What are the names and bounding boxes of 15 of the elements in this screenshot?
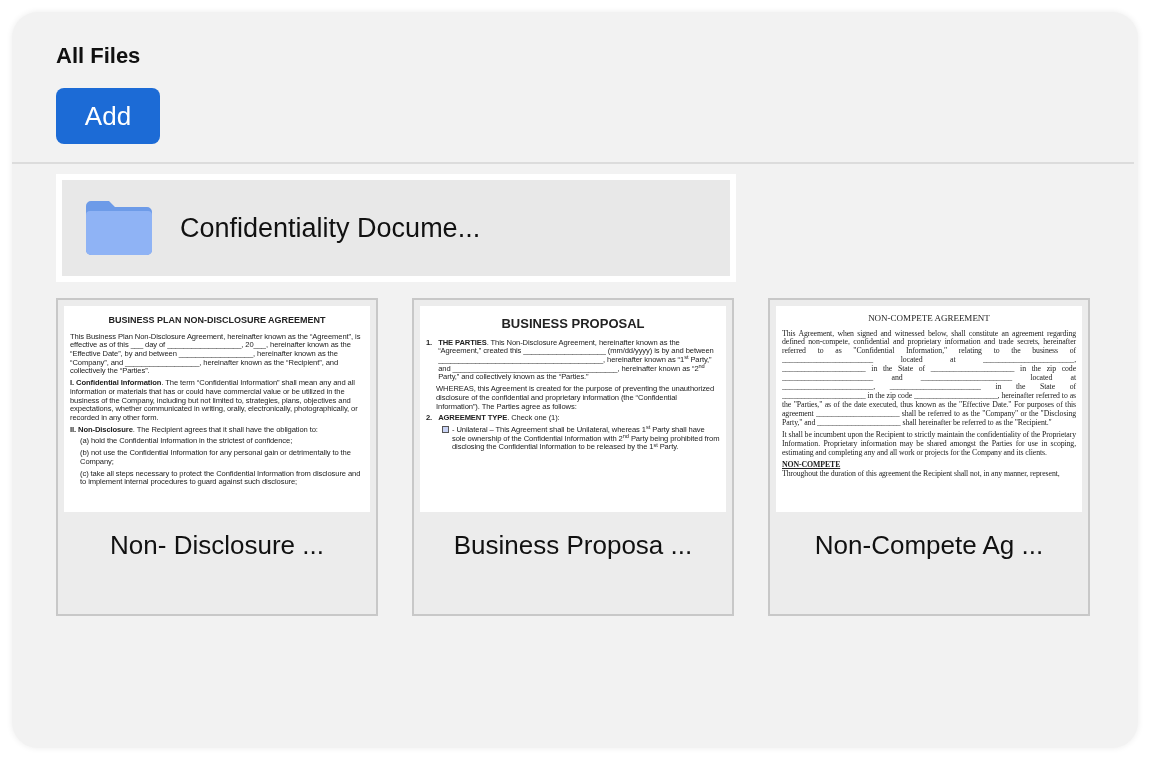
- checkbox[interactable]: [442, 425, 449, 433]
- document-title: BUSINESS PLAN NON-DISCLOSURE AGREEMENT: [107, 314, 327, 327]
- file-name: Non-Compete Ag ...: [813, 529, 1045, 562]
- folder-row[interactable]: Confidentiality Docume...: [56, 174, 736, 282]
- file-card[interactable]: [768, 298, 1090, 616]
- file-name: Non- Disclosure ...: [109, 529, 325, 562]
- page-title: All Files: [56, 42, 142, 70]
- file-card[interactable]: [56, 298, 378, 616]
- folder-name: Confidentiality Docume...: [180, 211, 481, 245]
- document-title: BUSINESS PROPOSAL: [500, 315, 646, 333]
- file-card[interactable]: [412, 298, 734, 616]
- add-button[interactable]: Add: [56, 88, 160, 144]
- folder-icon: [86, 201, 152, 255]
- document-title: NON-COMPETE AGREEMENT: [867, 312, 991, 325]
- file-name: Business Proposa ...: [452, 529, 694, 562]
